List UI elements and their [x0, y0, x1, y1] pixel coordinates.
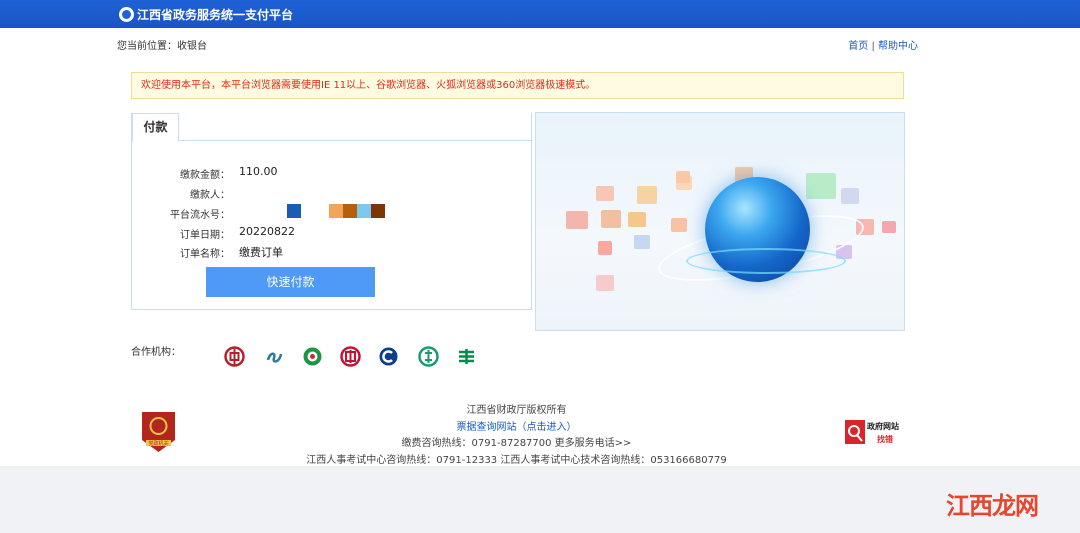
- platform-logo[interactable]: 江西省政务服务统一支付平台: [119, 6, 293, 23]
- bank-of-china-icon[interactable]: [224, 346, 245, 367]
- platform-logo-icon: [119, 7, 134, 22]
- amount-value: 110.00: [239, 165, 278, 176]
- redacted-block: [287, 204, 301, 218]
- payer-label: 缴款人：: [190, 190, 230, 201]
- payment-panel: 付款 缴款金额： 110.00 缴款人： 平台流水号： 订单日期： 202208…: [131, 113, 533, 310]
- banner-tile: [596, 186, 614, 201]
- bottom-band: [0, 466, 1080, 533]
- banner-tile: [566, 211, 588, 229]
- order-name-label: 订单名称：: [180, 249, 230, 260]
- payment-tab-bar: [132, 113, 533, 141]
- top-links: 首页 | 帮助中心: [848, 37, 918, 52]
- banner-tile: [596, 275, 614, 291]
- watermark-text: 江西龙网: [946, 492, 1039, 520]
- icbc-icon[interactable]: [340, 346, 361, 367]
- banner-tile: [676, 171, 690, 183]
- quick-pay-button[interactable]: 快速付款: [206, 267, 375, 297]
- banner-tile: [634, 235, 650, 249]
- order-name-value: 缴费订单: [239, 246, 283, 259]
- banner-tile: [841, 188, 859, 204]
- bank-swirl-icon[interactable]: [264, 346, 285, 367]
- date-label: 订单日期：: [180, 230, 230, 241]
- footer-hotline[interactable]: 缴费咨询热线：0791-87287700 更多服务电话>>: [0, 434, 1033, 449]
- banner-tile: [671, 218, 687, 232]
- help-center-link[interactable]: 帮助中心: [878, 41, 918, 52]
- banner-tile: [601, 210, 621, 228]
- breadcrumb: 您当前位置：收银台: [117, 41, 207, 52]
- agricultural-bank-icon[interactable]: [302, 346, 323, 367]
- home-link[interactable]: 首页: [848, 41, 868, 52]
- banner-image: [535, 112, 905, 331]
- platform-title: 江西省政务服务统一支付平台: [137, 8, 294, 22]
- ccb-icon[interactable]: [378, 346, 399, 367]
- top-bar: 江西省政务服务统一支付平台: [0, 0, 1080, 28]
- redacted-block: [371, 204, 385, 218]
- redacted-block: [329, 204, 343, 218]
- banner-tile: [628, 212, 646, 227]
- partners-label: 合作机构：: [131, 347, 181, 358]
- watermark: 江西龙网: [946, 486, 1039, 521]
- browser-notice: 欢迎使用本平台，本平台浏览器需要使用IE 11以上、谷歌浏览器、火狐浏览器或36…: [131, 72, 904, 99]
- banner-tile: [806, 173, 836, 199]
- redacted-block: [357, 204, 371, 218]
- footer-copyright: 江西省财政厅版权所有: [466, 405, 567, 416]
- invoice-query-link[interactable]: 票据查询网站（点击进入）: [0, 418, 1033, 433]
- postal-savings-icon[interactable]: [456, 346, 477, 367]
- date-value: 20220822: [239, 225, 295, 238]
- banner-tile: [637, 186, 657, 204]
- serial-label: 平台流水号：: [170, 210, 230, 221]
- bank-green-icon[interactable]: [418, 346, 439, 367]
- banner-tile: [598, 241, 612, 255]
- tab-payment[interactable]: 付款: [132, 113, 179, 142]
- amount-label: 缴款金额：: [180, 170, 230, 181]
- redacted-block: [343, 204, 357, 218]
- link-separator: |: [871, 41, 875, 52]
- orbit-ring: [686, 248, 846, 274]
- banner-tile: [882, 221, 896, 233]
- footer-exam-hotline: 江西人事考试中心咨询热线：0791-12333 江西人事考试中心技术咨询热线：0…: [306, 455, 727, 466]
